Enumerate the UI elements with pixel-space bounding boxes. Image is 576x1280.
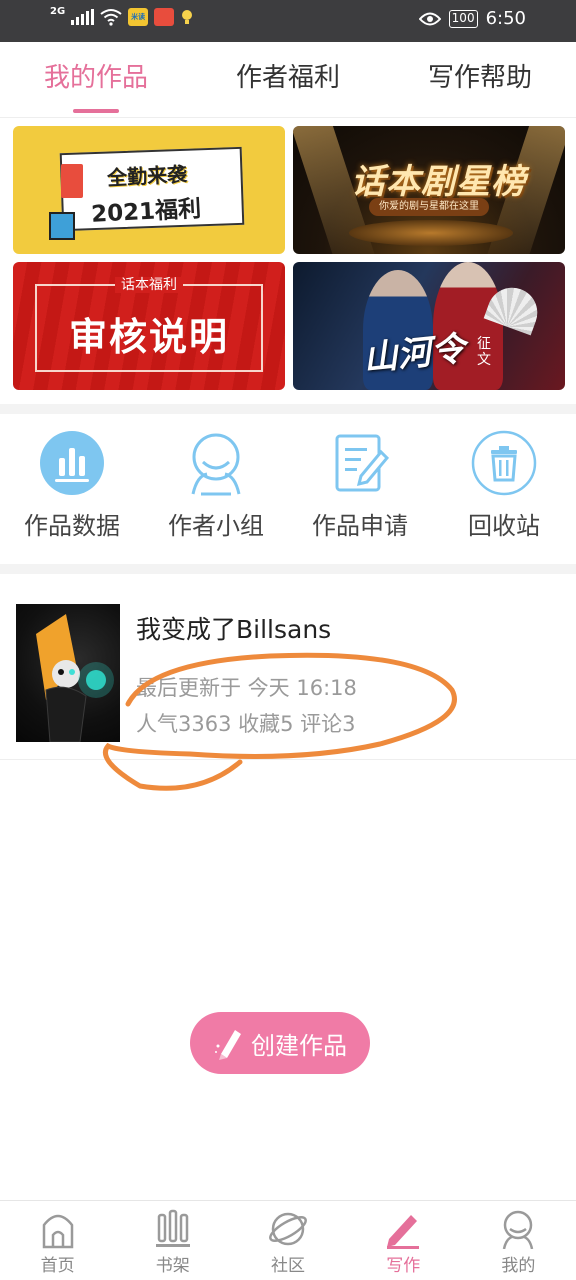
stage [349,220,513,246]
time: 6:50 [485,8,526,29]
fries-icon [61,164,83,198]
tab-writing-help[interactable]: 写作帮助 [384,42,576,117]
cover-art [36,614,114,742]
bar-chart-icon [39,430,105,496]
group-icon [183,430,249,496]
action-label: 回收站 [468,512,540,540]
bulb-icon [182,10,193,24]
works-application-button[interactable]: 作品申请 [288,414,432,564]
tab-author-benefits[interactable]: 作者福利 [192,42,384,117]
trash-icon [471,430,537,496]
action-label: 作者小组 [168,512,264,540]
action-label: 作品申请 [312,512,408,540]
work-item[interactable]: 我变成了Billsans 最后更新于 今天 16:18 人气3363 收藏5 评… [0,574,576,760]
nav-label: 首页 [40,1256,75,1276]
review-guide-banner[interactable]: 话本福利 审核说明 [13,262,285,390]
section-divider [0,404,576,414]
banner-title: 话本剧星榜 [351,162,526,202]
nav-home[interactable]: 首页 [0,1201,115,1280]
status-bar: 2G 米读 100 6:50 [0,0,576,42]
attendance-banner[interactable]: 全勤来袭 2021福利 [13,126,285,254]
section-divider [0,564,576,574]
banner-text: 全勤来袭 [106,161,188,191]
bottom-nav: 首页 书架 社区 写作 我的 [0,1200,576,1280]
eye-icon [418,12,441,25]
tab-label: 作者福利 [235,63,340,93]
top-tabs: 我的作品 作者福利 写作帮助 [0,42,576,118]
banner-text: 2021福利 [90,196,202,228]
nav-label: 社区 [271,1256,305,1276]
status-right: 100 6:50 [418,8,526,29]
edit-document-icon [327,430,393,496]
work-cover [16,604,120,742]
nav-label: 写作 [386,1256,421,1276]
tab-active-indicator [73,109,119,113]
planet-icon [268,1209,308,1249]
star-list-banner[interactable]: 话本剧星榜 你爱的剧与星都在这里 [293,126,565,254]
wifi-icon [100,9,122,26]
action-label: 作品数据 [24,512,120,540]
banner-grid: 全勤来袭 2021福利 话本剧星榜 你爱的剧与星都在这里 话本福利 审核说明 山… [13,126,565,390]
banner-subtitle: 你爱的剧与星都在这里 [369,198,489,216]
battery-icon: 100 [448,9,478,28]
bookshelf-icon [153,1209,193,1249]
nav-bookshelf[interactable]: 书架 [115,1201,230,1280]
app-notification-icon: 米读 [128,8,149,26]
tab-my-works[interactable]: 我的作品 [0,42,192,117]
work-updated: 最后更新于 今天 16:18 [136,676,357,700]
nav-mine[interactable]: 我的 [461,1201,576,1280]
tab-label: 我的作品 [43,63,148,93]
signal-icon [71,9,95,25]
nav-label: 书架 [155,1256,190,1276]
book-icon [49,212,75,240]
author-group-button[interactable]: 作者小组 [144,414,288,564]
banner-tag: 征文 [477,336,491,368]
contest-banner[interactable]: 山河令 征文 [293,262,565,390]
status-left: 2G 米读 [50,6,194,26]
profile-icon [498,1209,538,1250]
work-title: 我变成了Billsans [136,615,332,644]
nav-label: 我的 [501,1256,536,1276]
home-icon [38,1209,78,1249]
banner-small-text: 话本福利 [13,274,285,294]
banner-small-label: 话本福利 [115,277,183,293]
create-work-button[interactable]: 创建作品 [190,1012,370,1074]
network-type: 2G [50,6,66,17]
shopping-app-icon [154,8,175,26]
recycle-bin-button[interactable]: 回收站 [432,414,576,564]
create-work-label: 创建作品 [251,1031,347,1060]
work-stats: 人气3363 收藏5 评论3 [136,712,356,736]
pen-icon [383,1209,423,1249]
tab-label: 写作帮助 [427,63,532,93]
nav-write[interactable]: 写作 [346,1201,461,1280]
nav-community[interactable]: 社区 [230,1201,345,1280]
quick-actions: 作品数据 作者小组 作品申请 回收站 [0,414,576,564]
banner-title: 审核说明 [68,315,229,359]
pencil-icon [215,1030,241,1060]
works-data-button[interactable]: 作品数据 [0,414,144,564]
